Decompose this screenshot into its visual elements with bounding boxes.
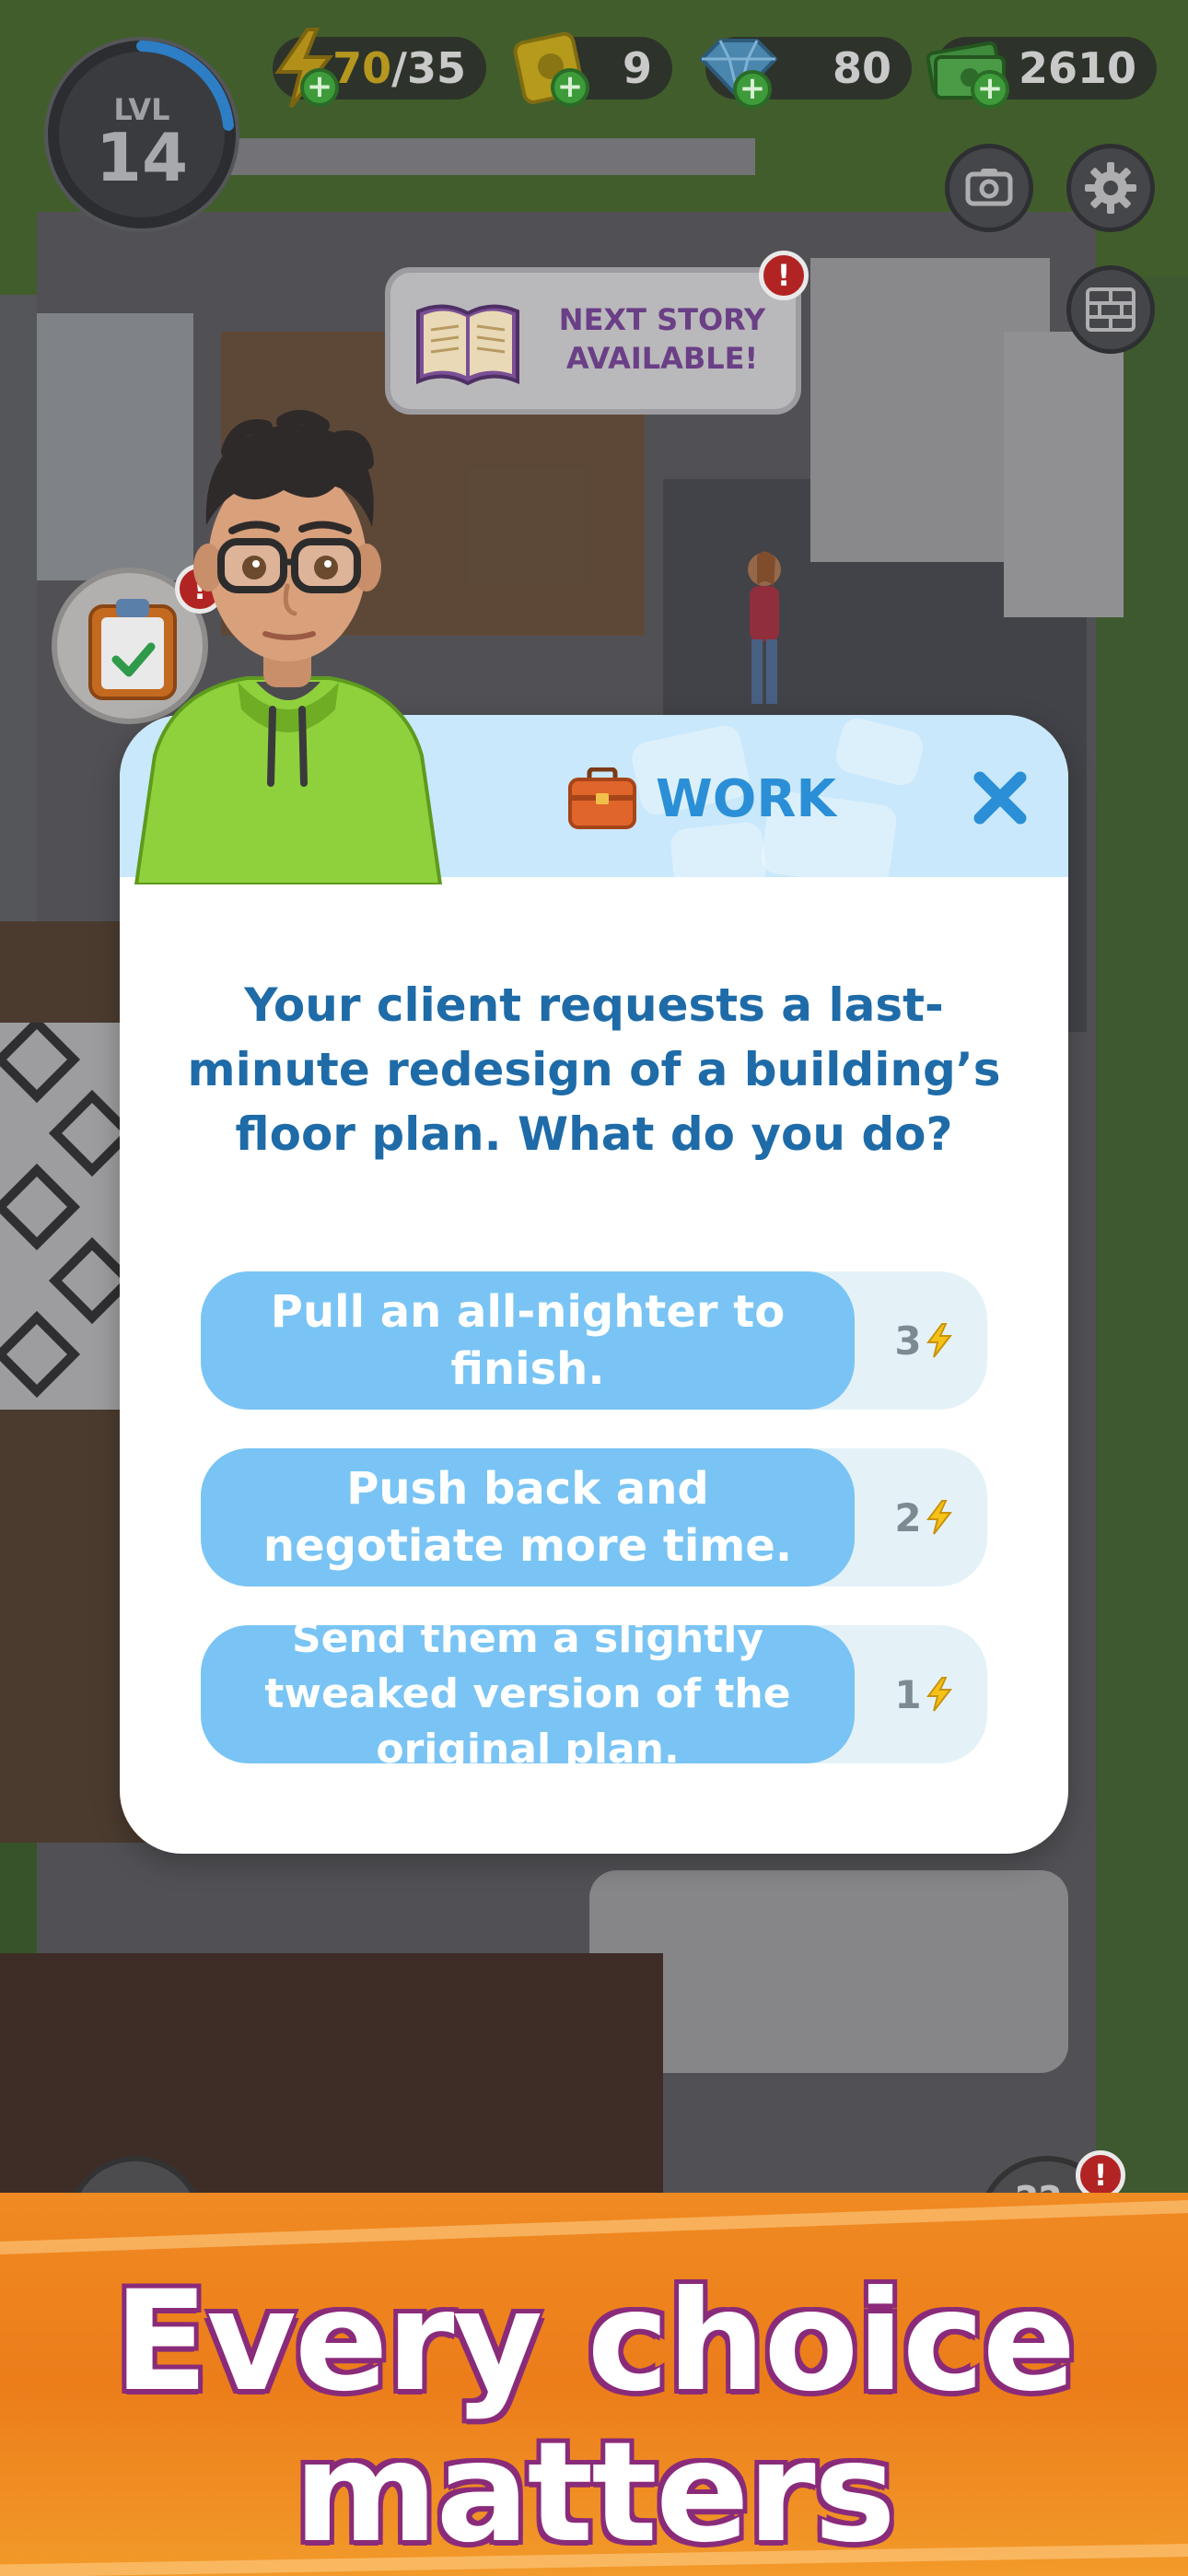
cash-counter[interactable]: + 2610: [926, 37, 1157, 109]
book-icon: [416, 304, 519, 386]
promo-headline: Every choice matters: [0, 2266, 1188, 2569]
camera-button[interactable]: [945, 144, 1033, 232]
dialog-title: WORK: [567, 767, 836, 831]
tickets-plus-icon[interactable]: +: [551, 68, 589, 107]
choice-option-2[interactable]: Push back and negotiate more time. 2: [201, 1448, 987, 1587]
close-button[interactable]: [963, 761, 1037, 835]
character-avatar: [134, 409, 443, 884]
settings-button[interactable]: [1066, 144, 1155, 232]
build-button[interactable]: [1066, 265, 1155, 354]
choice-cost-3: 1: [882, 1625, 965, 1763]
cash-value: 2610: [1018, 43, 1136, 93]
camera-rotate-icon: [965, 169, 1013, 206]
gems-value: 80: [832, 43, 891, 93]
choice-label-2: Push back and negotiate more time.: [201, 1448, 855, 1587]
dialog-question: Your client requests a last-minute redes…: [187, 978, 1001, 1161]
tickets-value: 9: [622, 43, 652, 93]
choice-cost-2: 2: [882, 1448, 965, 1587]
promo-line1: Every choice: [113, 2262, 1077, 2422]
choice-label-3: Send them a slightly tweaked version of …: [201, 1615, 855, 1773]
next-story-line2: AVAILABLE!: [565, 341, 759, 376]
briefcase-icon: [568, 767, 636, 829]
energy-bolt-icon: [926, 1500, 952, 1535]
level-value: 14: [95, 119, 189, 196]
promo-banner: Every choice matters: [0, 2193, 1188, 2576]
gems-plus-icon[interactable]: +: [733, 70, 772, 109]
choice-cost-value-2: 2: [894, 1494, 922, 1540]
dialog-title-text: WORK: [656, 768, 836, 829]
energy-counter[interactable]: + 70/35: [273, 28, 486, 109]
next-story-line1: NEXT STORY: [558, 302, 766, 337]
cash-plus-icon[interactable]: +: [971, 70, 1009, 109]
brick-wall-icon: [1086, 287, 1136, 332]
next-story-text: NEXT STORY AVAILABLE!: [538, 300, 786, 378]
energy-max: /35: [391, 43, 466, 93]
work-dialog: WORK Your client requests a last-minute …: [120, 715, 1068, 1854]
tickets-counter[interactable]: + 9: [513, 31, 672, 107]
story-alert-badge: !: [759, 251, 809, 300]
energy-bolt-icon: [926, 1323, 952, 1358]
energy-bolt-icon: [926, 1677, 952, 1712]
energy-plus-icon[interactable]: +: [300, 68, 339, 107]
promo-line2: matters: [294, 2413, 896, 2573]
gear-icon: [1085, 162, 1136, 214]
choice-label-1: Pull an all-nighter to finish.: [201, 1271, 855, 1410]
level-badge[interactable]: LVL 14: [44, 37, 239, 232]
choice-cost-value-3: 1: [894, 1671, 922, 1717]
close-icon: [973, 771, 1027, 825]
next-story-banner[interactable]: NEXT STORY AVAILABLE! !: [385, 251, 809, 415]
choice-cost-1: 3: [882, 1271, 965, 1410]
choice-option-3[interactable]: Send them a slightly tweaked version of …: [201, 1615, 987, 1773]
choice-option-1[interactable]: Pull an all-nighter to finish. 3: [201, 1271, 987, 1410]
choice-cost-value-1: 3: [894, 1317, 922, 1364]
gems-counter[interactable]: + 80: [699, 37, 912, 109]
